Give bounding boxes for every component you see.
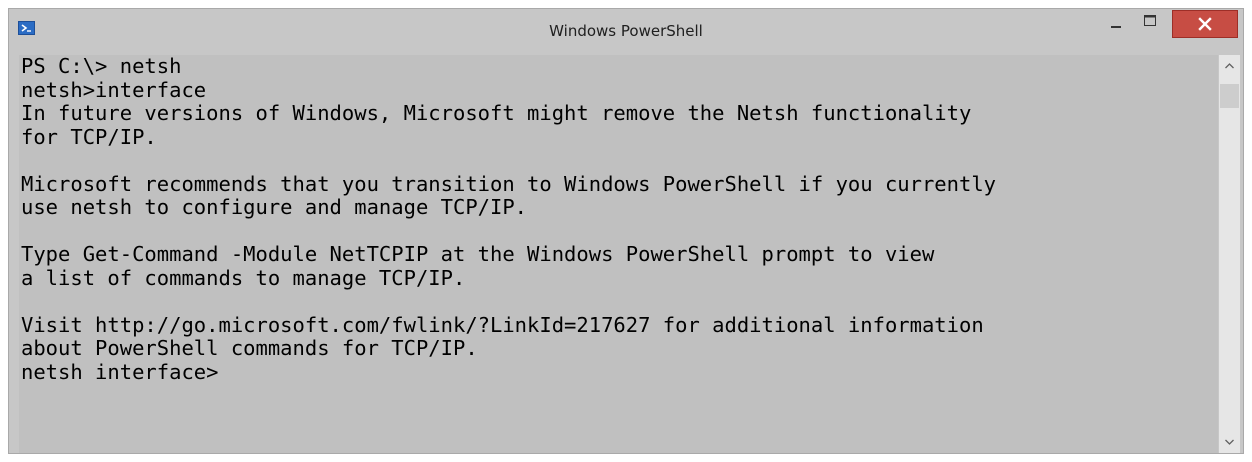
close-icon — [1198, 17, 1212, 31]
scroll-down-button[interactable] — [1219, 431, 1240, 453]
scroll-up-button[interactable] — [1219, 55, 1240, 77]
title-bar[interactable]: Windows PowerShell — [9, 9, 1243, 55]
vertical-scrollbar[interactable] — [1219, 55, 1240, 453]
console-text[interactable]: PS C:\> netsh netsh>interface In future … — [21, 54, 997, 384]
console-line: for TCP/IP. — [21, 124, 157, 149]
minimize-icon — [1111, 26, 1121, 28]
console-output[interactable]: PS C:\> netsh netsh>interface In future … — [19, 54, 1218, 453]
console-line: Microsoft recommends that you transition… — [21, 171, 997, 196]
chevron-down-icon — [1225, 439, 1234, 445]
console-line: a list of commands to manage TCP/IP. — [21, 265, 466, 290]
console-line: about PowerShell commands for TCP/IP. — [21, 336, 478, 360]
scroll-thumb[interactable] — [1220, 84, 1239, 108]
minimize-button[interactable] — [1099, 9, 1133, 41]
console-line: Visit http://go.microsoft.com/fwlink/?Li… — [21, 312, 984, 337]
console-line: use netsh to configure and manage TCP/IP… — [21, 195, 528, 219]
console-line: netsh interface> — [21, 359, 219, 384]
console-line: In future versions of Windows, Microsoft… — [21, 101, 972, 125]
chevron-up-icon — [1225, 63, 1234, 69]
console-line: netsh>interface — [21, 77, 207, 102]
window-title: Windows PowerShell — [549, 22, 703, 40]
maximize-icon — [1144, 15, 1156, 26]
close-button[interactable] — [1172, 10, 1238, 38]
console-line: Type Get-Command -Module NetTCPIP at the… — [21, 242, 935, 266]
console-line: PS C:\> netsh — [21, 54, 182, 78]
powershell-window: Windows PowerShell PS C:\> netsh netsh>i… — [8, 8, 1244, 454]
maximize-button[interactable] — [1133, 9, 1167, 41]
